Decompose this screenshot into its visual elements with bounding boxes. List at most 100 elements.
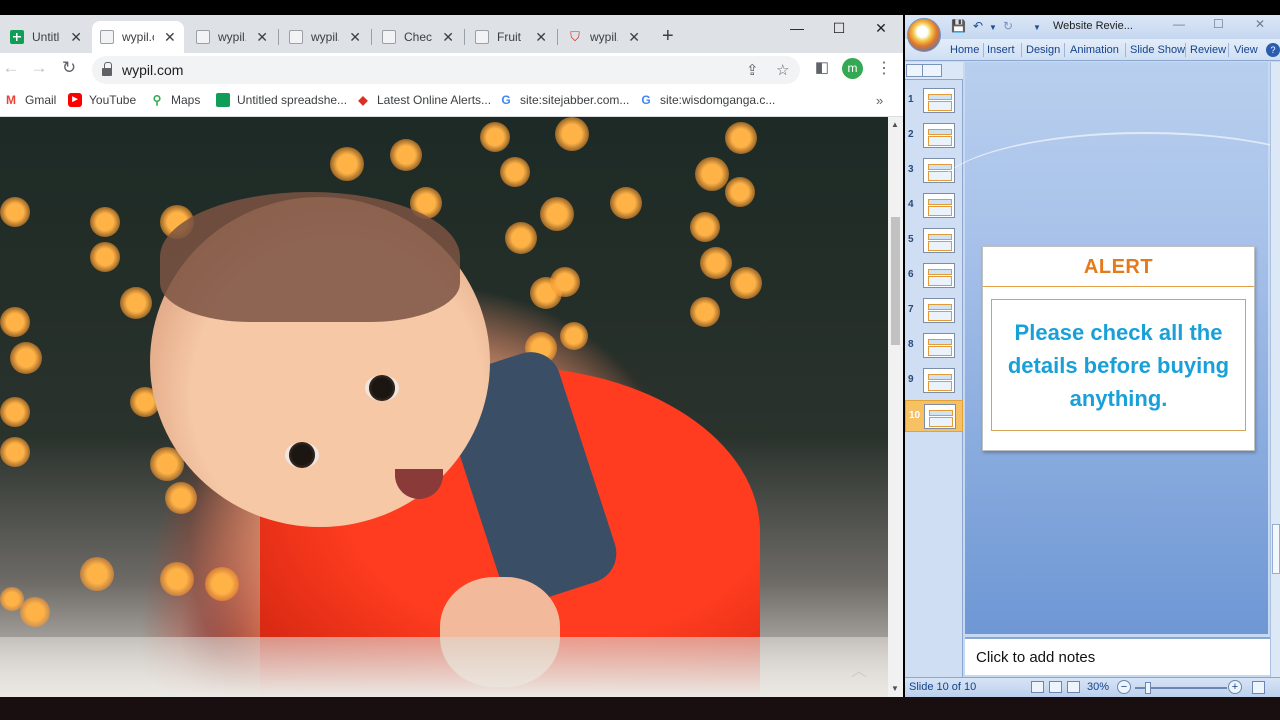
bookmark-gmail[interactable]: M Gmail bbox=[4, 93, 56, 107]
close-icon[interactable]: ✕ bbox=[164, 30, 176, 44]
undo-icon[interactable]: ↶ bbox=[973, 19, 983, 33]
tab-divider bbox=[1185, 43, 1186, 57]
tab-insert[interactable]: Insert bbox=[987, 44, 1015, 56]
slide-thumbnail-10-selected[interactable]: 10 bbox=[905, 400, 963, 432]
bokeh-light bbox=[695, 157, 729, 191]
close-icon[interactable]: ✕ bbox=[256, 30, 268, 44]
slide-thumbnail-8[interactable]: 8 bbox=[905, 330, 963, 362]
zoom-slider[interactable] bbox=[1135, 682, 1227, 694]
page-icon bbox=[475, 30, 489, 44]
tab-wypil-3[interactable]: wypil.com ✕ bbox=[281, 21, 369, 53]
url-text[interactable]: wypil.com bbox=[122, 62, 183, 78]
zoom-level[interactable]: 30% bbox=[1087, 681, 1109, 693]
minimize-button[interactable]: — bbox=[774, 17, 820, 39]
lock-icon[interactable] bbox=[102, 62, 112, 76]
scroll-up-arrow-icon[interactable]: ▲ bbox=[891, 120, 899, 129]
bookmark-latest-alerts[interactable]: ◆ Latest Online Alerts... bbox=[356, 93, 491, 107]
back-arrow-icon[interactable]: ← bbox=[0, 58, 22, 78]
tab-design[interactable]: Design bbox=[1026, 44, 1060, 56]
tab-wypil-2[interactable]: wypil.com ✕ bbox=[188, 21, 276, 53]
slideshow-view-icon[interactable] bbox=[1067, 681, 1080, 693]
bookmark-label: Untitled spreadshe... bbox=[237, 93, 348, 107]
scrollbar-thumb[interactable] bbox=[1272, 524, 1280, 574]
tab-label: wypil.com bbox=[218, 30, 246, 44]
tab-view[interactable]: View bbox=[1234, 44, 1258, 56]
notes-pane[interactable]: Click to add notes bbox=[965, 637, 1270, 675]
close-icon[interactable]: ✕ bbox=[442, 30, 454, 44]
zoom-slider-knob[interactable] bbox=[1145, 682, 1151, 694]
reload-icon[interactable]: ↻ bbox=[58, 58, 80, 78]
share-icon[interactable]: ⇪ bbox=[746, 61, 759, 79]
tab-animation[interactable]: Animation bbox=[1070, 44, 1119, 56]
slide-thumbnail-6[interactable]: 6 bbox=[905, 260, 963, 292]
slide-body-text[interactable]: Please check all the details before buyi… bbox=[999, 316, 1239, 415]
ppt-maximize-button[interactable]: ☐ bbox=[1213, 17, 1224, 31]
address-bar[interactable]: wypil.com ⇪ ☆ bbox=[92, 56, 800, 84]
office-button[interactable] bbox=[907, 18, 941, 52]
normal-view-icon[interactable] bbox=[1031, 681, 1044, 693]
notes-placeholder[interactable]: Click to add notes bbox=[976, 649, 1095, 666]
tab-wypil-shield[interactable]: ⛉ wypil.c ✕ bbox=[560, 21, 648, 53]
slide-scrollbar[interactable] bbox=[1270, 62, 1280, 682]
tab-strip: Untitled spreadsheet ✕ wypil.com ✕ wypil… bbox=[0, 15, 903, 53]
customize-toolbar-icon[interactable]: ▼ bbox=[1033, 23, 1041, 32]
browser-toolbar: ← → ↻ wypil.com ⇪ ☆ ◧ m ⋮ bbox=[0, 53, 903, 87]
forward-arrow-icon[interactable]: → bbox=[28, 58, 50, 78]
zoom-in-icon[interactable]: + bbox=[1228, 680, 1242, 694]
star-icon[interactable]: ☆ bbox=[776, 61, 789, 79]
slide-number: 7 bbox=[908, 304, 914, 315]
zoom-out-icon[interactable]: − bbox=[1117, 680, 1131, 694]
scrollbar-thumb[interactable] bbox=[891, 217, 900, 345]
bookmark-spreadsheet[interactable]: Untitled spreadshe... bbox=[216, 93, 347, 107]
tab-fruit[interactable]: Fruit P ✕ bbox=[467, 21, 555, 53]
tab-label: wypil.com bbox=[122, 30, 154, 44]
bokeh-light bbox=[555, 117, 589, 151]
slide-title[interactable]: ALERT bbox=[983, 247, 1254, 287]
close-icon[interactable]: ✕ bbox=[70, 30, 82, 44]
slide-preview bbox=[923, 88, 955, 113]
tab-slide-show[interactable]: Slide Show bbox=[1130, 44, 1185, 56]
close-icon[interactable]: ✕ bbox=[628, 30, 640, 44]
fit-to-window-icon[interactable] bbox=[1252, 681, 1265, 694]
tab-untitled-spreadsheet[interactable]: Untitled spreadsheet ✕ bbox=[2, 21, 90, 53]
maximize-button[interactable]: ☐ bbox=[816, 17, 862, 39]
bookmark-label: site:wisdomganga.c... bbox=[660, 93, 776, 107]
ppt-minimize-button[interactable]: — bbox=[1173, 17, 1185, 31]
slide-thumbnail-9[interactable]: 9 bbox=[905, 365, 963, 397]
side-panel-icon[interactable]: ◧ bbox=[811, 58, 833, 76]
slide-canvas[interactable]: ALERT Please check all the details befor… bbox=[982, 246, 1255, 451]
bookmark-maps[interactable]: ⚲ Maps bbox=[150, 93, 201, 107]
scroll-to-top-icon[interactable]: ︿ bbox=[846, 657, 872, 680]
bookmark-youtube[interactable]: ▶ YouTube bbox=[68, 93, 136, 107]
slide-number: 4 bbox=[908, 199, 914, 210]
close-icon[interactable]: ✕ bbox=[535, 30, 547, 44]
tab-label: Check bbox=[404, 30, 433, 44]
undo-dropdown-icon[interactable]: ▼ bbox=[989, 23, 997, 32]
scroll-down-arrow-icon[interactable]: ▼ bbox=[891, 684, 899, 693]
close-window-button[interactable]: ✕ bbox=[858, 17, 903, 39]
bookmark-wisdomganga[interactable]: G site:wisdomganga.c... bbox=[639, 93, 775, 107]
outline-tab-icon[interactable] bbox=[922, 64, 942, 77]
tab-check[interactable]: Check ✕ bbox=[374, 21, 462, 53]
save-icon[interactable]: 💾 bbox=[951, 19, 966, 33]
slide-number: 2 bbox=[908, 129, 914, 140]
slide-thumbnail-7[interactable]: 7 bbox=[905, 295, 963, 327]
close-icon[interactable]: ✕ bbox=[349, 30, 361, 44]
bookmark-sitejabber[interactable]: G site:sitejabber.com... bbox=[499, 93, 629, 107]
tab-home[interactable]: Home bbox=[950, 44, 979, 56]
tab-review[interactable]: Review bbox=[1190, 44, 1226, 56]
chevron-right-icon[interactable]: » bbox=[876, 93, 883, 108]
profile-avatar[interactable]: m bbox=[842, 58, 863, 79]
slide-body-box[interactable]: Please check all the details before buyi… bbox=[991, 299, 1246, 431]
page-scrollbar[interactable]: ▲ ▼ bbox=[888, 117, 903, 697]
ppt-close-button[interactable]: ✕ bbox=[1255, 17, 1265, 31]
slide-thumbnail-1[interactable]: 1 bbox=[905, 85, 963, 117]
help-icon[interactable]: ? bbox=[1266, 43, 1280, 57]
slide-thumbnail-5[interactable]: 5 bbox=[905, 225, 963, 257]
redo-icon[interactable]: ↻ bbox=[1003, 19, 1013, 33]
new-tab-button[interactable]: + bbox=[662, 25, 674, 48]
menu-icon[interactable]: ⋮ bbox=[876, 58, 892, 78]
tab-wypil-active[interactable]: wypil.com ✕ bbox=[92, 21, 184, 53]
slide-sorter-icon[interactable] bbox=[1049, 681, 1062, 693]
slide-thumbnail-2[interactable]: 2 bbox=[905, 120, 963, 152]
